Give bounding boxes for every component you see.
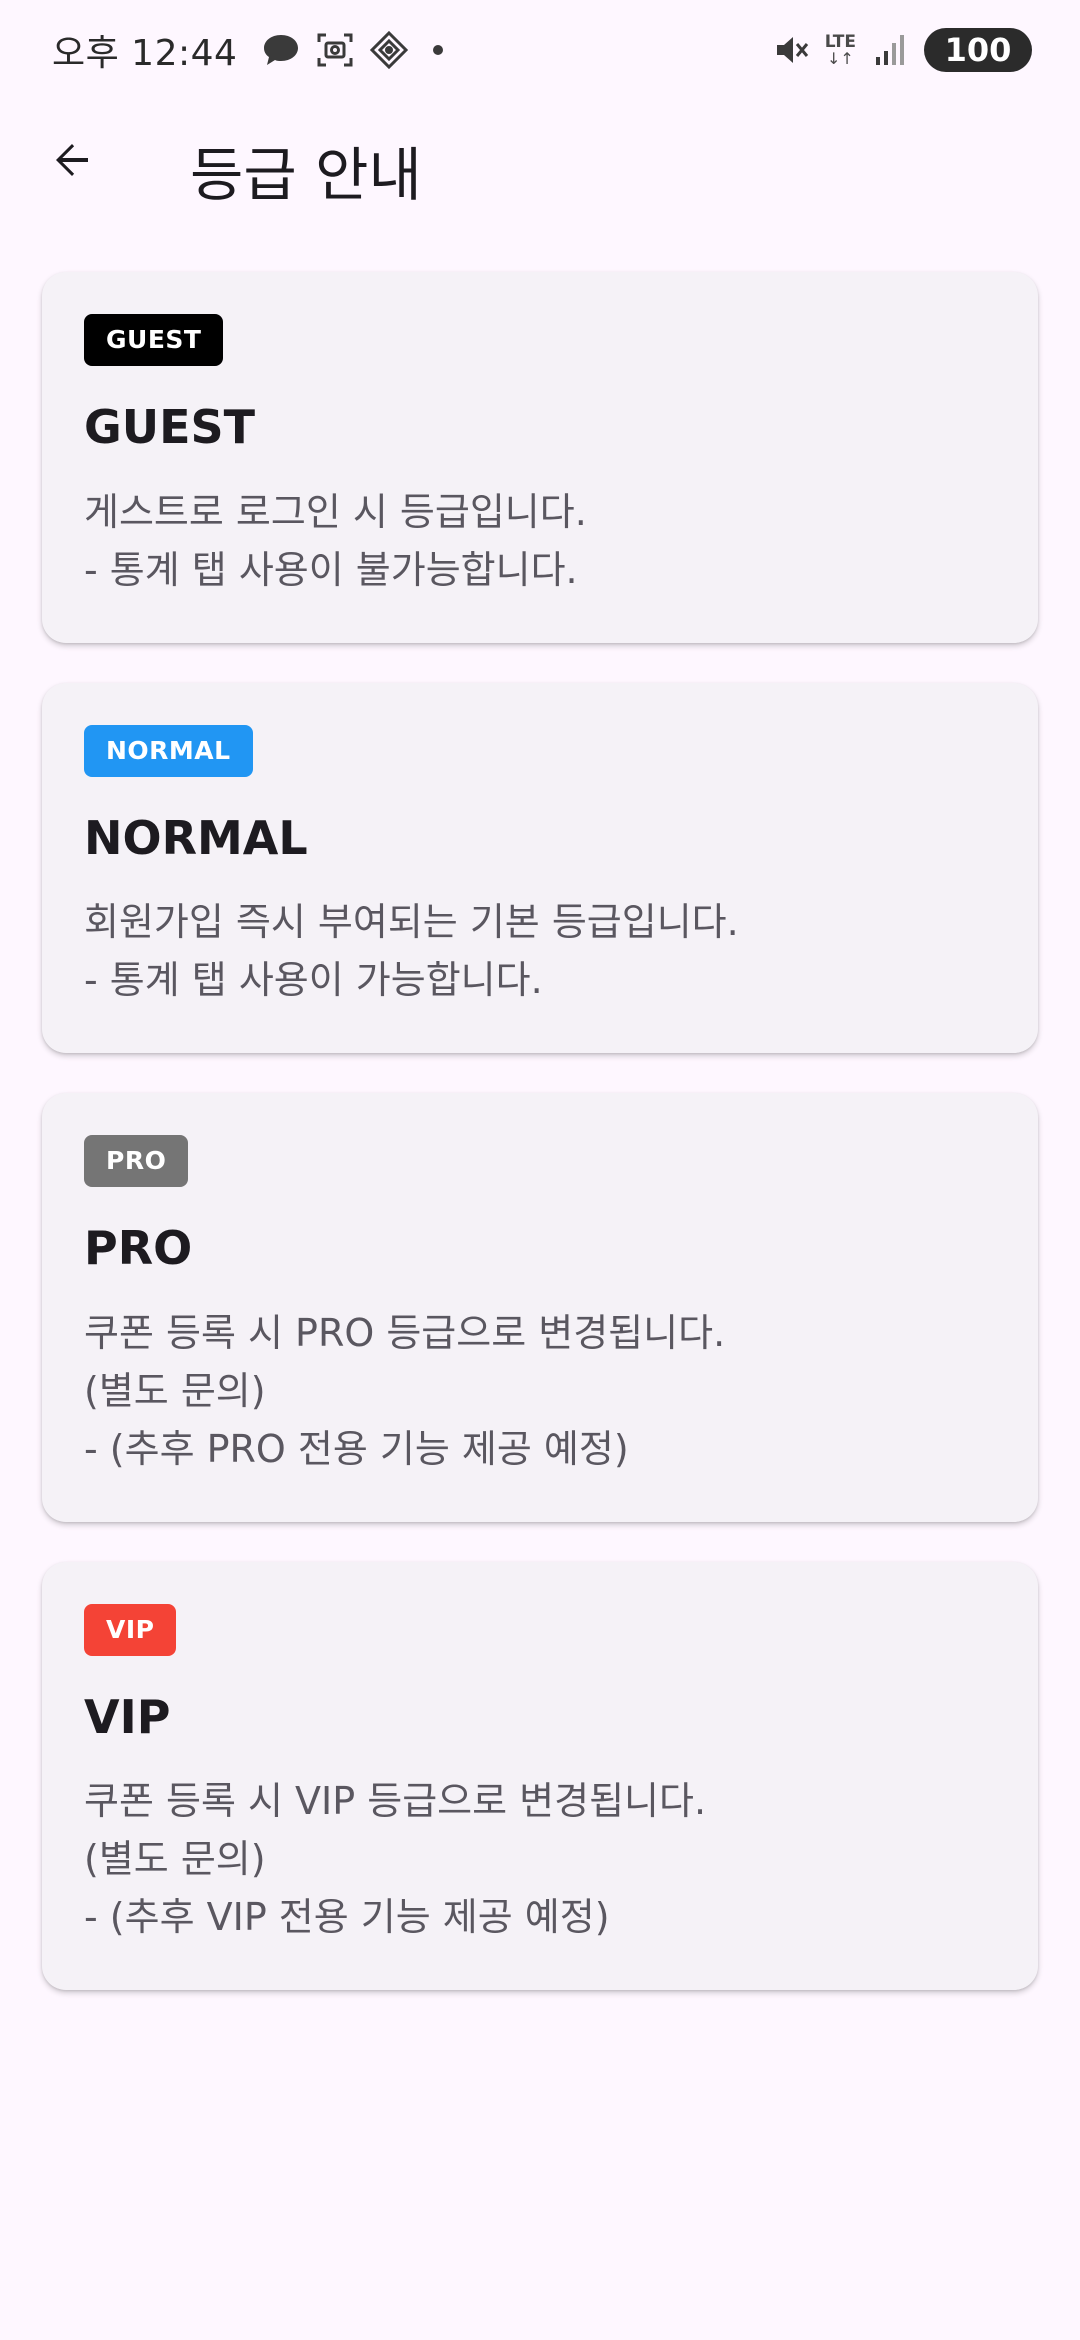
status-bar: 오후 12:44 LTE ↓↑ 100 [0,0,1080,100]
grade-description: 쿠폰 등록 시 VIP 등급으로 변경됩니다. (별도 문의) - (추후 VI… [84,1772,996,1946]
status-left: 오후 12:44 [52,24,444,76]
grade-description: 회원가입 즉시 부여되는 기본 등급입니다. - 통계 탭 사용이 가능합니다. [84,893,996,1009]
description-line: 게스트로 로그인 시 등급입니다. [84,489,587,534]
notification-dot-icon [433,45,444,55]
description-line: (별도 문의) [84,1837,266,1882]
status-time: 오후 12:44 [52,33,238,74]
description-line: (별도 문의) [84,1368,266,1413]
grade-title: NORMAL [84,810,308,865]
diamond-app-icon [369,30,409,70]
signal-icon [870,30,910,70]
grade-card-list: GUEST GUEST 게스트로 로그인 시 등급입니다. - 통계 탭 사용이… [42,272,1038,2030]
page-title: 등급 안내 [190,141,422,209]
grade-card-normal: NORMAL NORMAL 회원가입 즉시 부여되는 기본 등급입니다. - 통… [42,682,1038,1054]
status-right: LTE ↓↑ 100 [771,28,1032,72]
app-bar: 등급 안내 [0,100,1080,220]
chat-bubble-icon [261,30,301,70]
lte-icon: LTE ↓↑ [824,31,856,68]
grade-badge: PRO [84,1135,189,1188]
grade-badge: VIP [84,1603,177,1656]
grade-badge: NORMAL [84,724,253,777]
description-line: - (추후 VIP 전용 기능 제공 예정) [84,1895,610,1940]
description-line: 쿠폰 등록 시 PRO 등급으로 변경됩니다. [84,1310,726,1355]
description-line: - 통계 탭 사용이 가능합니다. [84,958,543,1003]
network-type-label: LTE [824,31,856,52]
grade-description: 게스트로 로그인 시 등급입니다. - 통계 탭 사용이 불가능합니다. [84,483,996,599]
grade-title: GUEST [84,400,256,454]
battery-indicator: 100 [924,28,1032,72]
grade-description: 쿠폰 등록 시 PRO 등급으로 변경됩니다. (별도 문의) - (추후 PR… [84,1304,996,1478]
description-line: - (추후 PRO 전용 기능 제공 예정) [84,1426,629,1471]
arrow-back-icon [56,144,88,176]
description-line: - 통계 탭 사용이 불가능합니다. [84,547,578,592]
grade-card-vip: VIP VIP 쿠폰 등록 시 VIP 등급으로 변경됩니다. (별도 문의) … [42,1561,1038,1991]
grade-title: VIP [84,1689,171,1744]
description-line: 회원가입 즉시 부여되는 기본 등급입니다. [84,900,739,945]
back-button[interactable] [36,124,108,196]
grade-badge: GUEST [84,314,224,366]
mute-icon [771,30,811,70]
screenshot-icon [315,30,355,70]
data-arrows-icon: ↓↑ [826,48,854,68]
grade-title: PRO [84,1221,193,1276]
description-line: 쿠폰 등록 시 VIP 등급으로 변경됩니다. [84,1779,707,1824]
grade-card-guest: GUEST GUEST 게스트로 로그인 시 등급입니다. - 통계 탭 사용이… [42,272,1038,643]
grade-card-pro: PRO PRO 쿠폰 등록 시 PRO 등급으로 변경됩니다. (별도 문의) … [42,1093,1038,1522]
